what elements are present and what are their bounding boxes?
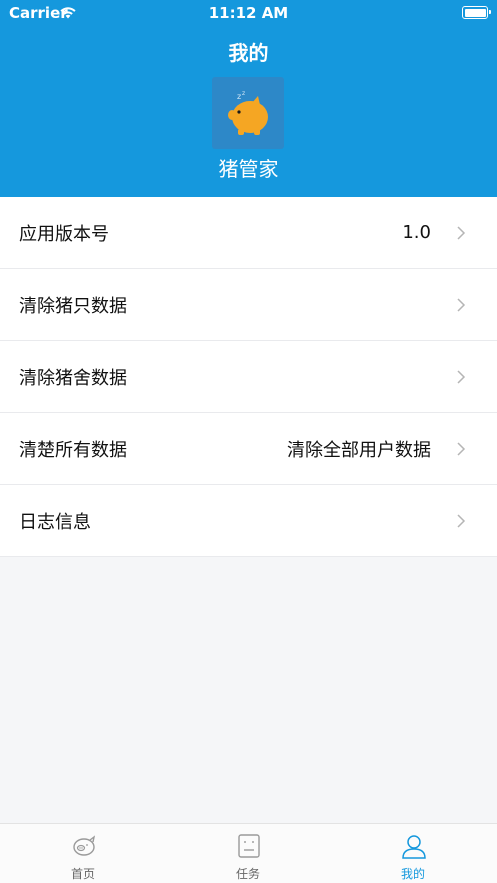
menu-item-label: 清除猪舍数据 (19, 367, 127, 389)
app-name: 猪管家 (218, 157, 279, 181)
tab-tasks[interactable]: 任务 (165, 824, 331, 883)
tab-label: 我的 (400, 867, 425, 881)
menu-item-clear-all-data[interactable]: 清楚所有数据 清除全部用户数据 (0, 413, 497, 485)
tab-label: 首页 (70, 867, 95, 881)
status-bar: Carrier 11:12 AM (0, 0, 497, 26)
tab-label: 任务 (235, 867, 260, 881)
menu-item-clear-pig-data[interactable]: 清除猪只数据 (0, 269, 497, 341)
menu-item-log-info[interactable]: 日志信息 (0, 485, 497, 557)
menu-item-label: 应用版本号 (19, 223, 109, 245)
tab-bar: 首页 任务 我的 (0, 823, 497, 883)
task-icon (238, 834, 260, 858)
menu-item-value: 1.0 (402, 222, 431, 243)
menu-item-label: 日志信息 (19, 511, 91, 533)
settings-menu: 应用版本号 1.0 清除猪只数据 清除猪舍数据 清楚所有数据 清除全部用户数据 … (0, 197, 497, 557)
chevron-right-icon (457, 297, 466, 312)
chevron-right-icon (457, 441, 466, 456)
pig-face-icon (73, 835, 96, 856)
page-title: 我的 (228, 41, 269, 65)
menu-item-app-version[interactable]: 应用版本号 1.0 (0, 197, 497, 269)
pig-icon: z z (228, 90, 268, 135)
chevron-right-icon (457, 369, 466, 384)
svg-text:z: z (242, 90, 245, 97)
chevron-right-icon (457, 225, 466, 240)
header: Carrier 11:12 AM 我的 z z 猪管家 (0, 0, 497, 197)
tab-home[interactable]: 首页 (0, 824, 166, 883)
menu-item-clear-pigsty-data[interactable]: 清除猪舍数据 (0, 341, 497, 413)
user-icon (402, 835, 426, 859)
menu-item-label: 清除猪只数据 (19, 295, 127, 317)
battery-icon (462, 6, 491, 19)
menu-item-value: 清除全部用户数据 (287, 439, 431, 461)
app-logo: z z (212, 77, 284, 149)
svg-text:z: z (237, 92, 241, 101)
menu-item-label: 清楚所有数据 (19, 439, 127, 461)
chevron-right-icon (457, 513, 466, 528)
status-time: 11:12 AM (208, 4, 289, 22)
tab-mine[interactable]: 我的 (330, 824, 496, 883)
